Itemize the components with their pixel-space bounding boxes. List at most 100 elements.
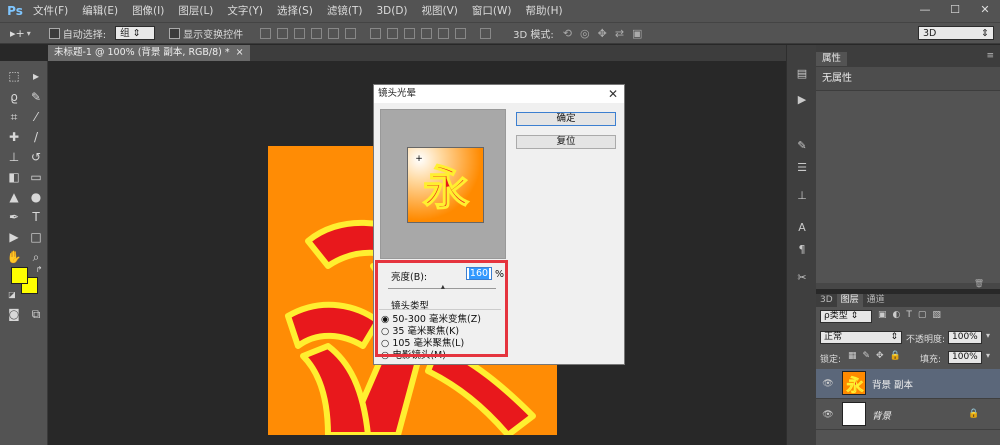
tab-layers[interactable]: 图层 xyxy=(836,294,863,307)
distribute-vcenter-icon[interactable] xyxy=(387,27,399,39)
distribute-left-icon[interactable] xyxy=(421,27,433,39)
blend-mode-dropdown[interactable]: 正常 ⇕ xyxy=(820,331,902,344)
layer-row-background[interactable]: 👁 背景 🔒 xyxy=(816,400,1000,430)
tool-presets-icon[interactable]: ✂ xyxy=(795,271,809,285)
menu-filter[interactable]: 滤镜(T) xyxy=(320,0,370,22)
3d-slide-icon[interactable]: ⇄ xyxy=(615,27,624,40)
visibility-eye-icon[interactable]: 👁 xyxy=(822,378,834,390)
screen-mode-icon[interactable]: ⧉ xyxy=(27,305,45,323)
crop-tool-icon[interactable]: ⌗ xyxy=(5,108,23,126)
properties-tab[interactable]: 属性 xyxy=(816,52,848,66)
menu-image[interactable]: 图像(I) xyxy=(125,0,171,22)
layer-filter-icons[interactable]: ▣◐T▢▧ xyxy=(878,310,947,320)
maximize-button[interactable]: ☐ xyxy=(940,0,970,22)
foreground-color-front[interactable] xyxy=(11,267,28,284)
chevron-down-icon[interactable]: ▾ xyxy=(986,351,990,360)
quick-select-tool-icon[interactable]: ✎ xyxy=(27,88,45,106)
panel-menu-icon[interactable]: ≡ xyxy=(986,51,994,61)
filter-kind-value: ρ类型 xyxy=(824,311,848,321)
hand-tool-icon[interactable]: ✋ xyxy=(5,248,23,266)
move-tool-icon[interactable]: ▸+ xyxy=(10,27,25,40)
character-panel-icon[interactable]: A xyxy=(795,221,809,235)
lasso-tool-icon[interactable]: ϱ xyxy=(5,88,23,106)
align-hcenter-icon[interactable] xyxy=(328,27,340,39)
auto-select-dropdown[interactable]: 组 ⇕ xyxy=(115,26,156,40)
workspace-dropdown[interactable]: 3D ⇕ xyxy=(918,26,994,40)
menu-select[interactable]: 选择(S) xyxy=(270,0,320,22)
distribute-hcenter-icon[interactable] xyxy=(438,27,450,39)
ok-button[interactable]: 确定 xyxy=(516,112,616,126)
default-colors-icon[interactable]: ◪ xyxy=(3,286,21,304)
gradient-tool-icon[interactable]: ▭ xyxy=(27,168,45,186)
3d-scale-icon[interactable]: ▣ xyxy=(632,27,642,40)
align-vcenter-icon[interactable] xyxy=(277,27,289,39)
distribute-bottom-icon[interactable] xyxy=(404,27,416,39)
blur-tool-icon[interactable]: ▲ xyxy=(5,188,23,206)
align-left-icon[interactable] xyxy=(311,27,323,39)
auto-select-value: 组 xyxy=(120,28,130,39)
thumb-glyph: 永 xyxy=(423,161,469,215)
clone-stamp-tool-icon[interactable]: ⊥ xyxy=(5,148,23,166)
document-tab[interactable]: 未标题-1 @ 100% (背景 副本, RGB/8) * × xyxy=(48,45,250,61)
3d-rotate-icon[interactable]: ⟲ xyxy=(563,27,572,40)
align-right-icon[interactable] xyxy=(345,27,357,39)
rectangle-tool-icon[interactable]: □ xyxy=(27,228,45,246)
auto-align-icon[interactable] xyxy=(480,27,492,39)
type-tool-icon[interactable]: T xyxy=(27,208,45,226)
delete-icon[interactable]: 🗑 xyxy=(974,279,984,288)
lock-icons[interactable]: ▦✎✥🔒 xyxy=(848,351,907,361)
opacity-input[interactable]: 100% xyxy=(948,331,982,344)
clone-source-icon[interactable]: ⊥ xyxy=(795,189,809,203)
preview-thumbnail[interactable]: 永 + xyxy=(407,147,484,223)
eraser-tool-icon[interactable]: ◧ xyxy=(5,168,23,186)
distribute-top-icon[interactable] xyxy=(370,27,382,39)
layer-row-background-copy[interactable]: 👁 永 背景 副本 xyxy=(816,369,1000,399)
show-transform-checkbox[interactable] xyxy=(169,27,181,39)
menu-3d[interactable]: 3D(D) xyxy=(369,0,414,22)
align-bottom-icon[interactable] xyxy=(294,27,306,39)
distribute-right-icon[interactable] xyxy=(455,27,467,39)
brush-presets-icon[interactable]: ✎ xyxy=(795,139,809,153)
eyedropper-tool-icon[interactable]: ⁄ xyxy=(27,108,45,126)
pen-tool-icon[interactable]: ✒ xyxy=(5,208,23,226)
history-brush-tool-icon[interactable]: ↺ xyxy=(27,148,45,166)
tab-channels[interactable]: 通道 xyxy=(863,294,889,307)
close-icon[interactable]: ✕ xyxy=(608,85,618,103)
dodge-tool-icon[interactable]: ● xyxy=(27,188,45,206)
menu-window[interactable]: 窗口(W) xyxy=(465,0,519,22)
actions-panel-icon[interactable]: ▶ xyxy=(795,93,809,107)
fill-input[interactable]: 100% xyxy=(948,351,982,364)
minimize-button[interactable]: — xyxy=(910,0,940,22)
path-selection-tool-icon[interactable]: ▶ xyxy=(5,228,23,246)
flare-preview[interactable]: 永 + xyxy=(380,109,506,259)
menu-help[interactable]: 帮助(H) xyxy=(519,0,570,22)
adjustments-icon[interactable]: ☰ xyxy=(795,161,809,175)
reset-button[interactable]: 复位 xyxy=(516,135,616,149)
annotation-highlight-box xyxy=(375,260,508,357)
menu-edit[interactable]: 编辑(E) xyxy=(75,0,125,22)
menu-layer[interactable]: 图层(L) xyxy=(171,0,220,22)
marquee-tool-icon[interactable]: ⬚ xyxy=(5,67,23,85)
auto-select-checkbox[interactable] xyxy=(48,27,60,39)
quick-mask-icon[interactable]: ◙ xyxy=(5,305,23,323)
brush-tool-icon[interactable]: / xyxy=(27,128,45,146)
align-top-icon[interactable] xyxy=(260,27,272,39)
close-window-button[interactable]: ✕ xyxy=(970,0,1000,22)
move-tool-icon[interactable]: ▸ xyxy=(27,67,45,85)
flare-center-crosshair-icon[interactable]: + xyxy=(415,154,423,164)
menu-type[interactable]: 文字(Y) xyxy=(220,0,270,22)
paragraph-panel-icon[interactable]: ¶ xyxy=(795,243,809,257)
3d-pan-icon[interactable]: ✥ xyxy=(598,27,607,40)
healing-brush-tool-icon[interactable]: ✚ xyxy=(5,128,23,146)
visibility-eye-icon[interactable]: 👁 xyxy=(822,409,834,421)
menu-file[interactable]: 文件(F) xyxy=(26,0,75,22)
chevron-down-icon[interactable]: ▾ xyxy=(986,331,990,340)
3d-roll-icon[interactable]: ◎ xyxy=(580,27,590,40)
layer-filter-kind[interactable]: ρ类型 ⇕ xyxy=(820,310,872,323)
swap-colors-icon[interactable]: ↱ xyxy=(30,261,48,279)
tab-3d[interactable]: 3D xyxy=(816,294,837,307)
close-tab-icon[interactable]: × xyxy=(236,45,244,61)
history-panel-icon[interactable]: ▤ xyxy=(795,67,809,81)
menu-view[interactable]: 视图(V) xyxy=(415,0,465,22)
chevron-down-icon[interactable]: ▾ xyxy=(27,29,31,38)
